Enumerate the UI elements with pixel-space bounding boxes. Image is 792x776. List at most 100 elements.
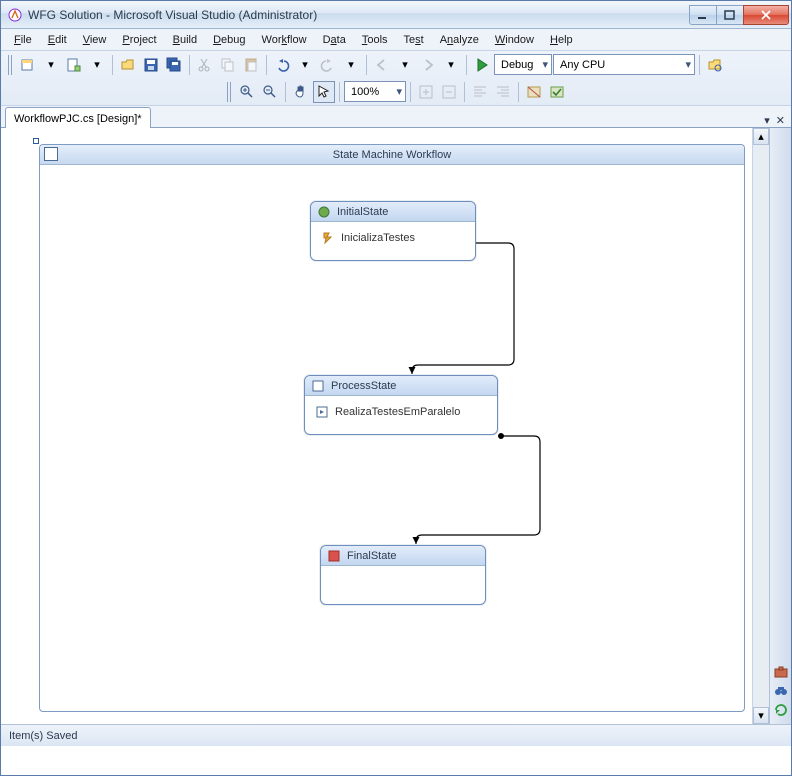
solution-platform-value: Any CPU: [560, 59, 605, 71]
state-name: FinalState: [347, 550, 397, 562]
theme-button[interactable]: [523, 81, 545, 103]
state-icon: [311, 379, 325, 393]
state-activity[interactable]: RealizaTestesEmParalelo: [313, 402, 489, 422]
zoom-value: 100%: [351, 86, 379, 98]
window-title: WFG Solution - Microsoft Visual Studio (…: [28, 8, 690, 22]
solution-config-value: Debug: [501, 59, 533, 71]
solution-platform-combo[interactable]: Any CPU▾: [553, 54, 695, 75]
menu-bar: File Edit View Project Build Debug Workf…: [1, 29, 791, 51]
new-project-button[interactable]: [17, 54, 39, 76]
menu-help[interactable]: Help: [543, 32, 580, 48]
find-in-files-button[interactable]: [704, 54, 726, 76]
status-text: Item(s) Saved: [9, 730, 77, 742]
state-name: InitialState: [337, 206, 388, 218]
event-driven-icon: [315, 405, 329, 419]
menu-file[interactable]: File: [7, 32, 39, 48]
align-left-button[interactable]: [469, 81, 491, 103]
scroll-up-button[interactable]: ▴: [753, 128, 769, 145]
activity-label: InicializaTestes: [341, 232, 415, 244]
menu-build[interactable]: Build: [166, 32, 204, 48]
state-name: ProcessState: [331, 380, 396, 392]
menu-debug[interactable]: Debug: [206, 32, 252, 48]
toolbar-grip[interactable]: [227, 82, 232, 102]
tab-dropdown-button[interactable]: ▾: [764, 114, 770, 127]
cut-button[interactable]: [194, 54, 216, 76]
zoom-in-button[interactable]: [236, 81, 258, 103]
nav-forward-dropdown[interactable]: ▾: [440, 54, 462, 76]
workflow-icon: [44, 147, 58, 161]
initial-state-icon: [317, 205, 331, 219]
state-final[interactable]: FinalState: [320, 545, 486, 605]
new-project-dropdown[interactable]: ▾: [40, 54, 62, 76]
tab-close-button[interactable]: ✕: [776, 114, 785, 127]
document-tab[interactable]: WorkflowPJC.cs [Design]*: [5, 107, 151, 128]
state-header: ProcessState: [305, 376, 497, 396]
window-titlebar: WFG Solution - Microsoft Visual Studio (…: [1, 1, 791, 29]
workflow-title: State Machine Workflow: [333, 149, 451, 161]
side-gutter: [769, 128, 791, 724]
save-all-button[interactable]: [163, 54, 185, 76]
activity-label: RealizaTestesEmParalelo: [335, 406, 460, 418]
expand-button[interactable]: [415, 81, 437, 103]
minimize-button[interactable]: [689, 5, 717, 25]
start-debug-button[interactable]: [471, 54, 493, 76]
scroll-track[interactable]: [753, 145, 769, 707]
undo-dropdown[interactable]: ▾: [294, 54, 316, 76]
zoom-out-button[interactable]: [259, 81, 281, 103]
state-header: InitialState: [311, 202, 475, 222]
nav-back-button[interactable]: [371, 54, 393, 76]
redo-dropdown[interactable]: ▾: [340, 54, 362, 76]
menu-view[interactable]: View: [76, 32, 114, 48]
document-tabstrip: WorkflowPJC.cs [Design]* ▾ ✕: [1, 106, 791, 128]
menu-test[interactable]: Test: [397, 32, 431, 48]
state-header: FinalState: [321, 546, 485, 566]
refresh-icon[interactable]: [773, 702, 789, 718]
standard-toolbar: ▾ ▾ ▾ ▾ ▾ ▾ Debug▾ Any CPU▾: [1, 51, 791, 78]
menu-workflow[interactable]: Workflow: [255, 32, 314, 48]
state-activity[interactable]: InicializaTestes: [319, 228, 467, 248]
open-button[interactable]: [117, 54, 139, 76]
nav-back-dropdown[interactable]: ▾: [394, 54, 416, 76]
collapse-button[interactable]: [438, 81, 460, 103]
add-item-button[interactable]: [63, 54, 85, 76]
zoom-combo[interactable]: 100%▾: [344, 81, 406, 102]
toolbar-area: ▾ ▾ ▾ ▾ ▾ ▾ Debug▾ Any CPU▾ 100: [1, 51, 791, 106]
paste-button[interactable]: [240, 54, 262, 76]
event-driven-icon: [321, 231, 335, 245]
final-state-icon: [327, 549, 341, 563]
status-bar: Item(s) Saved: [1, 724, 791, 746]
copy-button[interactable]: [217, 54, 239, 76]
nav-forward-button[interactable]: [417, 54, 439, 76]
selection-handle[interactable]: [33, 138, 39, 144]
redo-button[interactable]: [317, 54, 339, 76]
window-controls: [690, 5, 789, 25]
pointer-tool-button[interactable]: [313, 81, 335, 103]
designer-canvas[interactable]: State Machine Workflow InitialState: [15, 138, 752, 714]
pan-tool-button[interactable]: [290, 81, 312, 103]
menu-data[interactable]: Data: [316, 32, 353, 48]
binoculars-icon[interactable]: [773, 683, 789, 699]
toolbox-icon[interactable]: [773, 664, 789, 680]
maximize-button[interactable]: [716, 5, 744, 25]
vertical-scrollbar[interactable]: ▴ ▾: [752, 128, 769, 724]
workflow-frame[interactable]: State Machine Workflow InitialState: [39, 144, 745, 712]
save-button[interactable]: [140, 54, 162, 76]
align-right-button[interactable]: [492, 81, 514, 103]
close-button[interactable]: [743, 5, 789, 25]
undo-button[interactable]: [271, 54, 293, 76]
menu-edit[interactable]: Edit: [41, 32, 74, 48]
state-process[interactable]: ProcessState RealizaTestesEmParalelo: [304, 375, 498, 435]
app-icon: [7, 7, 23, 23]
solution-config-combo[interactable]: Debug▾: [494, 54, 552, 75]
document-tab-label: WorkflowPJC.cs [Design]*: [14, 113, 142, 125]
add-item-dropdown[interactable]: ▾: [86, 54, 108, 76]
menu-window[interactable]: Window: [488, 32, 541, 48]
scroll-down-button[interactable]: ▾: [753, 707, 769, 724]
designer-toolbar: 100%▾: [1, 78, 791, 105]
state-initial[interactable]: InitialState InicializaTestes: [310, 201, 476, 261]
menu-project[interactable]: Project: [115, 32, 163, 48]
menu-analyze[interactable]: Analyze: [433, 32, 486, 48]
menu-tools[interactable]: Tools: [355, 32, 395, 48]
create-handler-button[interactable]: [546, 81, 568, 103]
toolbar-grip[interactable]: [8, 55, 13, 75]
